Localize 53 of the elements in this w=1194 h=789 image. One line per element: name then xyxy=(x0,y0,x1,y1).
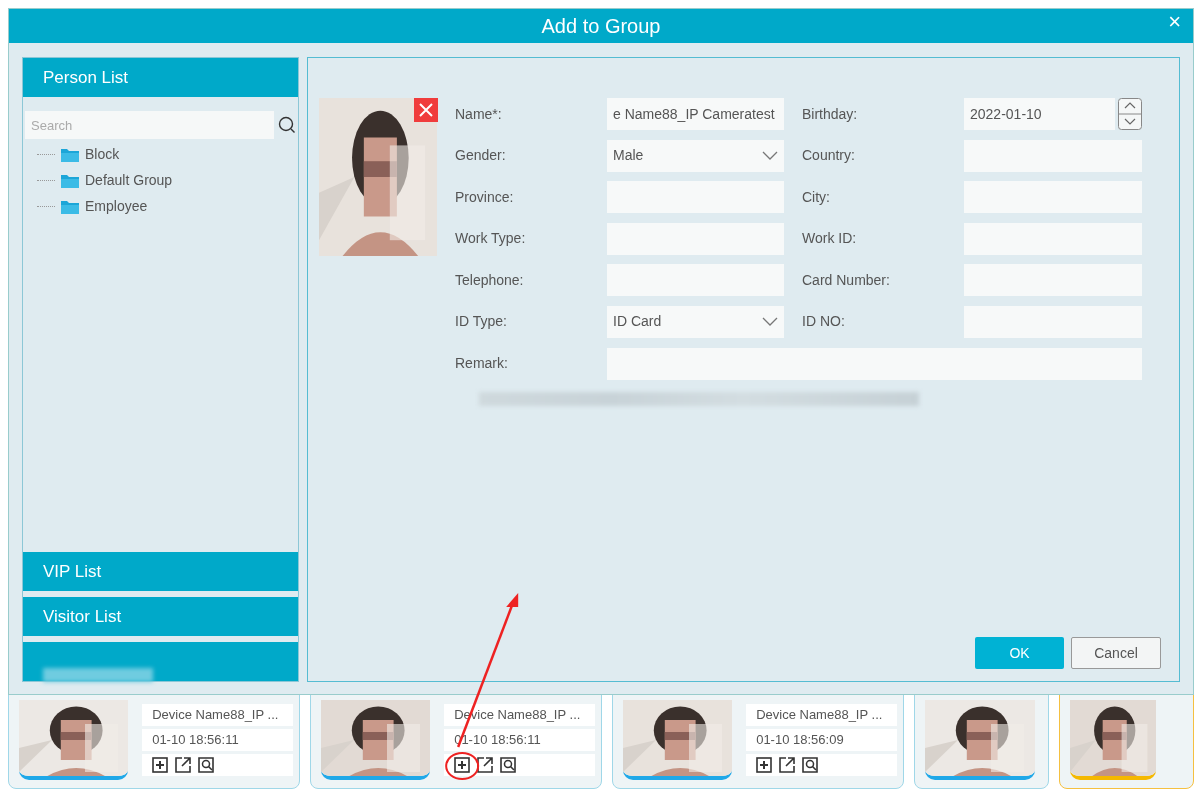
capture-time: 01-10 18:56:11 xyxy=(142,729,293,751)
chevron-down-icon xyxy=(762,151,778,161)
field-label: Name*: xyxy=(454,104,503,124)
input-field[interactable] xyxy=(607,222,784,255)
export-icon[interactable] xyxy=(477,757,494,773)
date-field[interactable]: 2022-01-10 xyxy=(964,98,1115,130)
input-field[interactable] xyxy=(964,305,1142,338)
input-field[interactable] xyxy=(964,181,1142,214)
add-icon[interactable] xyxy=(756,757,773,773)
spinner-icon[interactable] xyxy=(1118,98,1142,130)
input-field[interactable] xyxy=(964,264,1142,297)
field-label: Birthday: xyxy=(801,104,859,124)
input-field[interactable] xyxy=(607,264,784,297)
cancel-button[interactable]: Cancel xyxy=(1071,637,1161,669)
search-icon[interactable] xyxy=(278,116,296,134)
field-label: Work ID: xyxy=(801,229,858,249)
field-label: City: xyxy=(801,187,831,207)
tree-item[interactable]: Employee xyxy=(85,195,148,217)
dialog-title: Add to Group xyxy=(541,14,661,39)
input-field[interactable] xyxy=(607,347,1142,380)
input-field[interactable] xyxy=(964,222,1142,255)
field-label: Country: xyxy=(801,146,856,166)
folder-icon xyxy=(61,172,79,188)
dropdown[interactable]: Male xyxy=(607,139,784,172)
field-label: ID NO: xyxy=(801,312,846,332)
device-name: Device Name88_IP ... xyxy=(746,704,897,726)
field-label: Province: xyxy=(454,187,515,207)
delete-icon[interactable] xyxy=(414,98,438,122)
dropdown[interactable]: ID Card xyxy=(607,305,784,338)
input-field[interactable] xyxy=(607,181,784,214)
tree-item[interactable]: Default Group xyxy=(85,169,173,191)
field-label: Card Number: xyxy=(801,270,891,290)
search-icon[interactable] xyxy=(500,757,517,773)
add-icon[interactable] xyxy=(152,757,169,773)
field-label: ID Type: xyxy=(454,312,508,332)
add-icon[interactable] xyxy=(454,757,471,773)
field-label: Telephone: xyxy=(454,270,525,290)
chevron-down-icon xyxy=(762,317,778,327)
field-label: Remark: xyxy=(454,354,509,374)
search-icon[interactable] xyxy=(802,757,819,773)
export-icon[interactable] xyxy=(779,757,796,773)
search-icon[interactable] xyxy=(198,757,215,773)
capture-time: 01-10 18:56:09 xyxy=(746,729,897,751)
folder-icon xyxy=(61,146,79,162)
field-label: Gender: xyxy=(454,146,507,166)
input-field[interactable]: e Name88_IP Cameratest xyxy=(607,98,784,130)
search-field[interactable]: Search xyxy=(25,111,274,139)
field-label: Work Type: xyxy=(454,229,527,249)
export-icon[interactable] xyxy=(175,757,192,773)
input-field[interactable] xyxy=(964,139,1142,172)
device-name: Device Name88_IP ... xyxy=(142,704,293,726)
folder-icon xyxy=(61,198,79,214)
tree-item[interactable]: Block xyxy=(85,143,120,165)
